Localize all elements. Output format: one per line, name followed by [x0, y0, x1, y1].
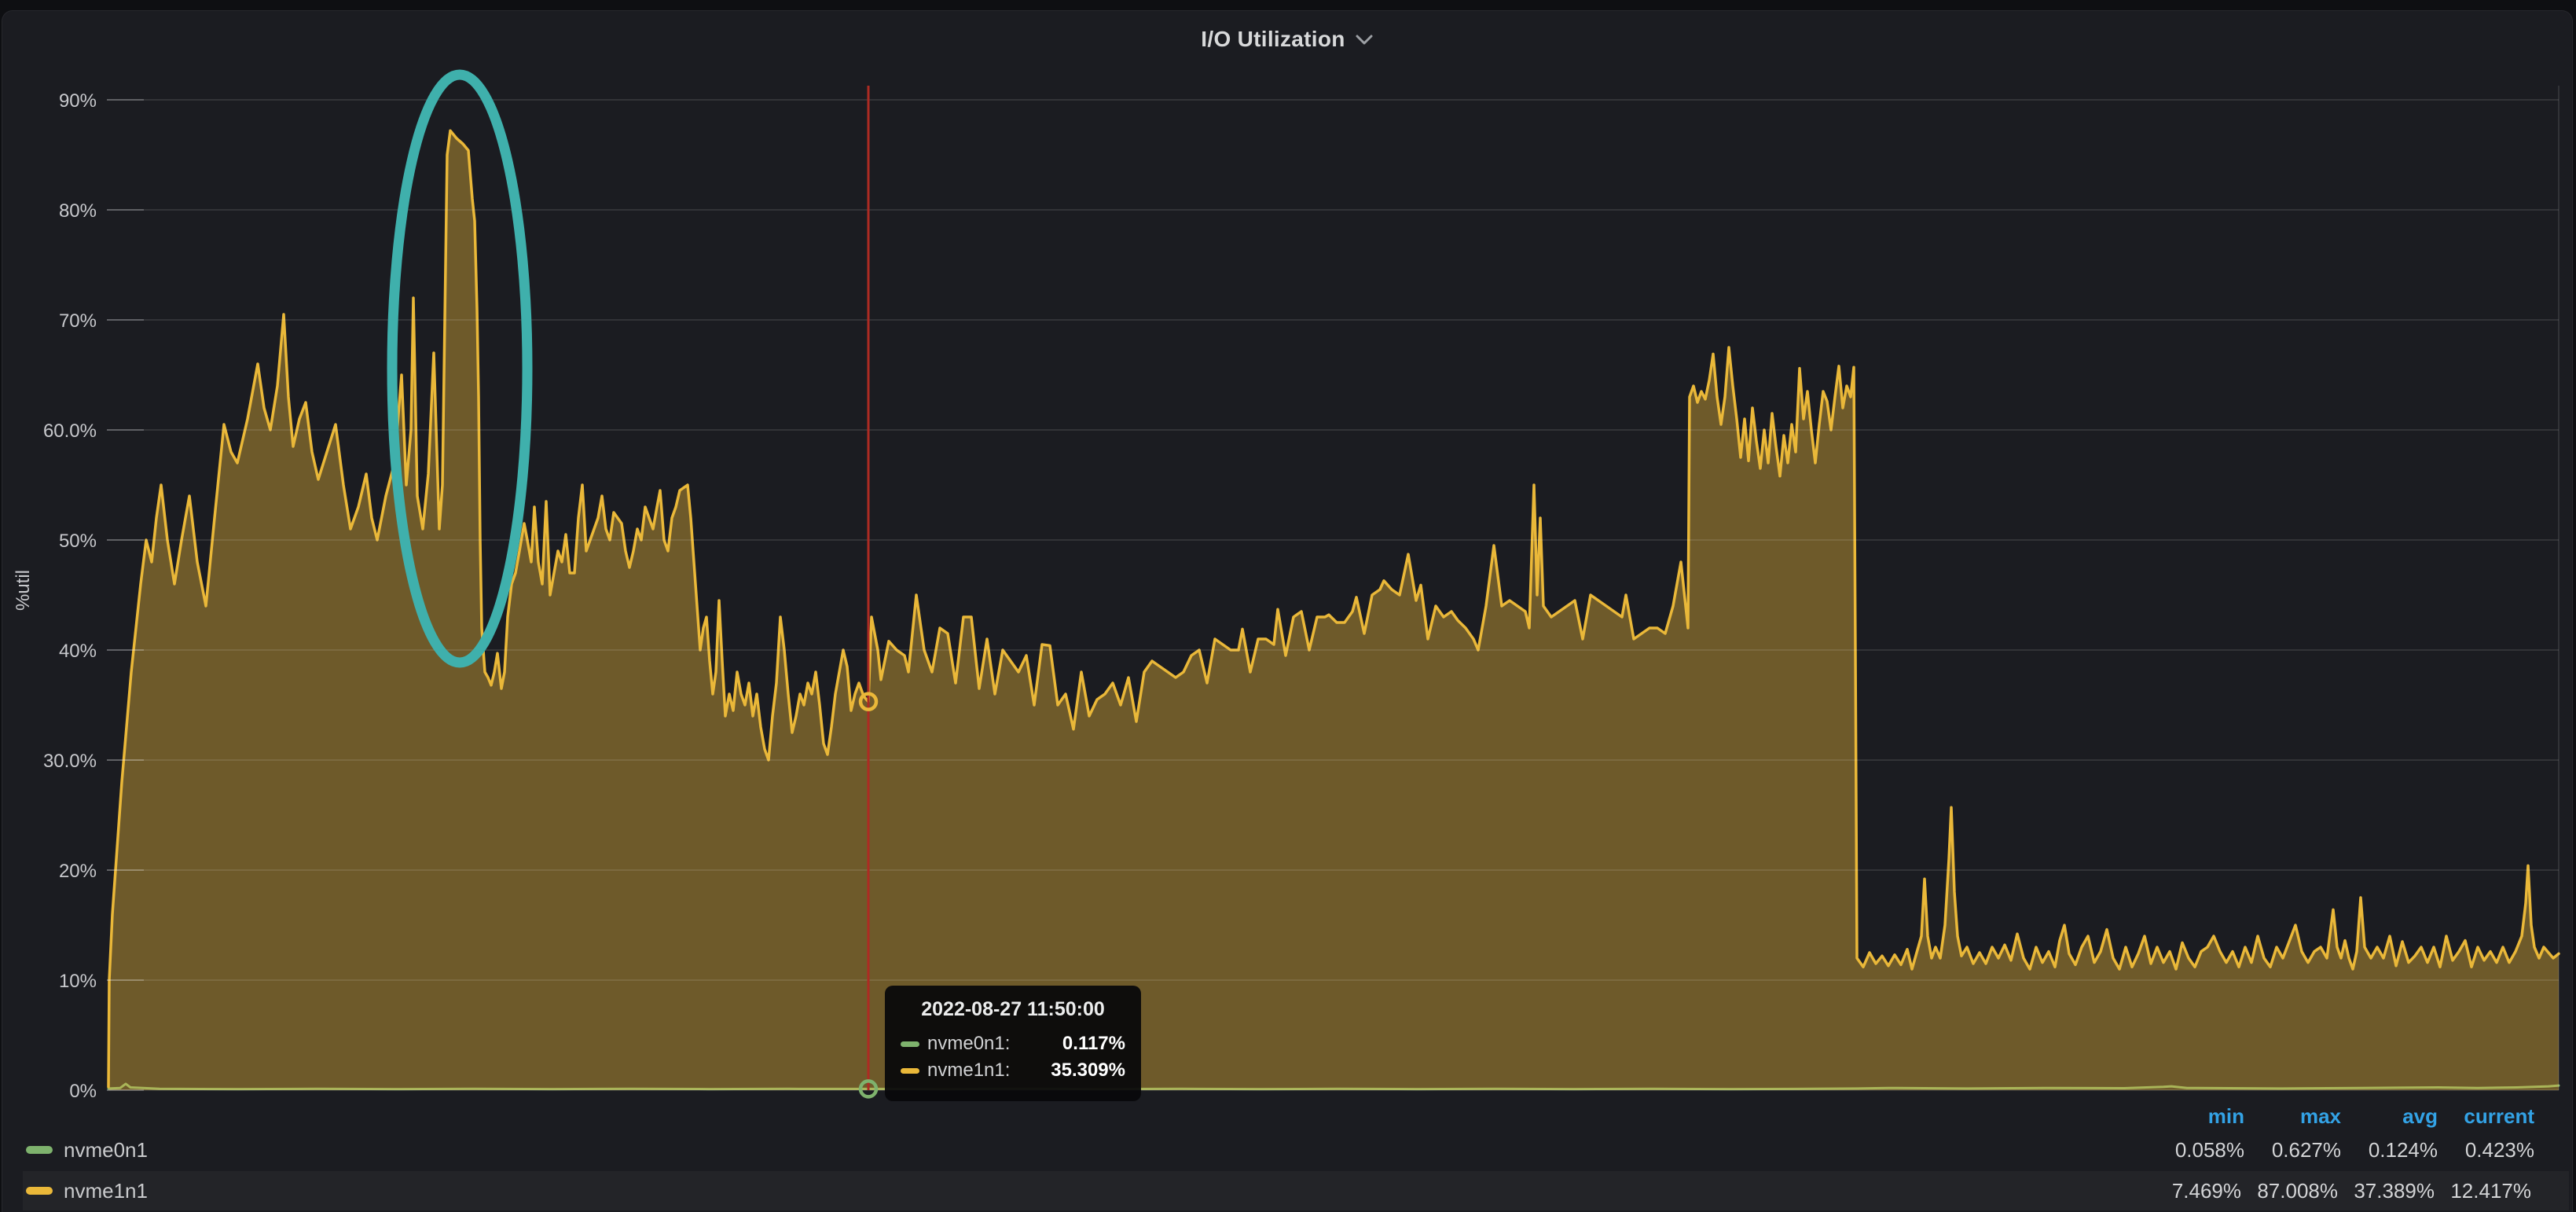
legend-stat-min: 0.058% [2148, 1132, 2244, 1168]
legend-stat-current: 0.423% [2438, 1132, 2534, 1168]
y-tick-label: 50% [59, 531, 97, 552]
y-tick-label: 90% [59, 90, 97, 112]
chart-tooltip: 2022-08-27 11:50:00 nvme0n1: 0.117% nvme… [885, 986, 1141, 1101]
legend-header-max[interactable]: max [2244, 1100, 2341, 1132]
y-tick-label: 80% [59, 200, 97, 222]
io-utilization-chart[interactable]: 90%80%70%60.0%50%40%30.0%20%10%0%%util [2, 11, 2576, 1212]
legend-stat-max: 0.627% [2244, 1132, 2341, 1168]
legend-row-nvme1n1: nvme1n1 7.469% 87.008% 37.389% 12.417% [23, 1171, 2569, 1210]
legend-swatch-nvme1n1[interactable] [26, 1187, 53, 1195]
tooltip-row: nvme0n1: 0.117% [901, 1030, 1125, 1057]
y-tick-label: 40% [59, 641, 97, 662]
tooltip-series-value: 35.309% [1051, 1060, 1125, 1082]
tooltip-series-value: 0.117% [1062, 1033, 1125, 1055]
grafana-page: I/O Utilization 90%80%70%60.0%50%40%30.0… [0, 0, 2576, 1212]
legend-row-nvme0n1: nvme0n1 0.058% 0.627% 0.124% 0.423% [2, 1132, 2572, 1168]
legend-stat-headers: min max avg current [2, 1100, 2572, 1132]
legend-stat-current: 12.417% [2435, 1173, 2531, 1209]
legend-stat-max: 87.008% [2241, 1173, 2338, 1209]
y-tick-label: 30.0% [43, 751, 97, 772]
y-axis-label: %util [13, 570, 34, 611]
tooltip-row: nvme1n1: 35.309% [901, 1057, 1125, 1084]
legend-series-name[interactable]: nvme1n1 [64, 1179, 148, 1203]
y-tick-label: 10% [59, 971, 97, 992]
legend-stat-min: 7.469% [2145, 1173, 2241, 1209]
tooltip-timestamp: 2022-08-27 11:50:00 [901, 998, 1125, 1021]
series-swatch-nvme0n1 [901, 1041, 919, 1047]
y-tick-label: 20% [59, 861, 97, 882]
legend-header-min[interactable]: min [2148, 1100, 2244, 1132]
legend-stat-avg: 0.124% [2341, 1132, 2438, 1168]
legend-series-name[interactable]: nvme0n1 [64, 1138, 148, 1162]
legend-swatch-nvme0n1[interactable] [26, 1146, 53, 1154]
io-utilization-panel: I/O Utilization 90%80%70%60.0%50%40%30.0… [2, 10, 2573, 1212]
y-tick-label: 70% [59, 310, 97, 332]
tooltip-series-name: nvme0n1: [927, 1033, 1010, 1055]
legend-header-avg[interactable]: avg [2341, 1100, 2438, 1132]
legend-stat-avg: 37.389% [2338, 1173, 2435, 1209]
series-swatch-nvme1n1 [901, 1068, 919, 1074]
legend: min max avg current nvme0n1 0.058% 0.627… [2, 1094, 2572, 1212]
legend-header-current[interactable]: current [2438, 1100, 2534, 1132]
tooltip-series-name: nvme1n1: [927, 1060, 1010, 1082]
y-tick-label: 60.0% [43, 421, 97, 442]
